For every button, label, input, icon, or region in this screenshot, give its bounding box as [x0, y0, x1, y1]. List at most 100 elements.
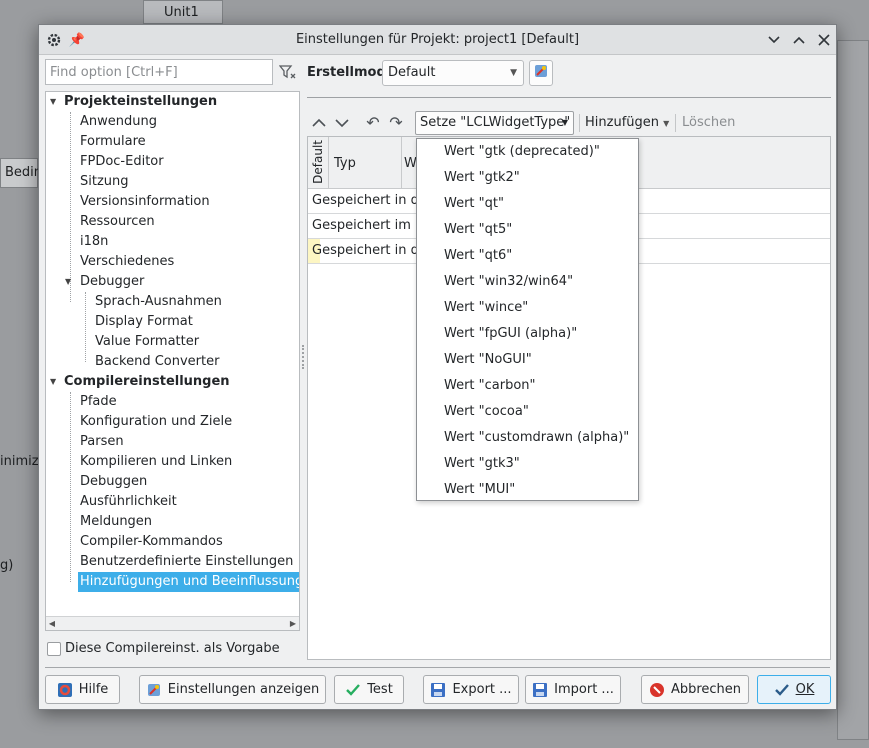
tree-item-benutzerdefiniert[interactable]: Benutzerdefinierte Einstellungen	[80, 552, 293, 572]
tree-item-display-format[interactable]: Display Format	[95, 312, 193, 332]
options-tree[interactable]: ▼ ▼ ▼ Projekteinstellungen Anwendung For…	[45, 91, 300, 631]
tree-item-backend-converter[interactable]: Backend Converter	[95, 352, 219, 372]
menu-item-cocoa[interactable]: Wert "cocoa"	[417, 399, 638, 425]
tree-item-value-formatter[interactable]: Value Formatter	[95, 332, 199, 352]
menu-item-qt5[interactable]: Wert "qt5"	[417, 217, 638, 243]
buildmode-select[interactable]: Default ▼	[382, 60, 524, 86]
collapse-toggle-icon[interactable]: ▼	[50, 92, 56, 112]
tree-item-i18n[interactable]: i18n	[80, 232, 108, 252]
scroll-right-icon[interactable]: ▶	[287, 617, 299, 630]
tree-item-hinzufuegungen[interactable]: Hinzufügungen und Beeinflussungen	[78, 572, 299, 592]
menu-item-customdrawn[interactable]: Wert "customdrawn (alpha)"	[417, 425, 638, 451]
menu-item-gtk3[interactable]: Wert "gtk3"	[417, 451, 638, 477]
header-type[interactable]: Typ	[334, 156, 356, 171]
help-button-label: Hilfe	[78, 682, 109, 697]
collapse-toggle-icon[interactable]: ▼	[65, 272, 71, 292]
set-lclwidgettype-button[interactable]: Setze "LCLWidgetType" ▼	[415, 111, 574, 135]
delete-button[interactable]: Löschen	[682, 111, 735, 135]
maximize-chevron-up-icon[interactable]	[789, 30, 809, 50]
menu-item-gtk2[interactable]: Wert "gtk2"	[417, 165, 638, 191]
move-down-chevron-icon[interactable]	[332, 112, 352, 134]
tree-item-projekteinstellungen[interactable]: Projekteinstellungen	[64, 92, 217, 112]
window-title: Einstellungen für Projekt: project1 [Def…	[295, 32, 580, 47]
find-option-input[interactable]	[45, 59, 273, 85]
tree-item-sprach-ausnahmen[interactable]: Sprach-Ausnahmen	[95, 292, 222, 312]
tree-item-ausfuehrlichkeit[interactable]: Ausführlichkeit	[80, 492, 177, 512]
menu-item-mui[interactable]: Wert "MUI"	[417, 477, 638, 503]
default-options-checkbox[interactable]	[47, 642, 61, 656]
export-button-label: Export ...	[452, 682, 512, 697]
save-floppy-icon	[430, 682, 446, 698]
gear-wrench-icon	[533, 63, 549, 83]
tree-item-formulare[interactable]: Formulare	[80, 132, 146, 152]
tree-item-debuggen[interactable]: Debuggen	[80, 472, 147, 492]
set-lclwidgettype-label: Setze "LCLWidgetType"	[420, 115, 571, 130]
tree-item-debugger[interactable]: Debugger	[80, 272, 144, 292]
tree-item-ressourcen[interactable]: Ressourcen	[80, 212, 155, 232]
buildmode-edit-button[interactable]	[529, 60, 553, 86]
header-divider	[328, 137, 329, 189]
clear-filter-icon[interactable]	[277, 60, 299, 84]
menu-item-fpgui[interactable]: Wert "fpGUI (alpha)"	[417, 321, 638, 347]
checkmark-icon	[345, 682, 361, 698]
add-button-label: Hinzufügen	[585, 115, 659, 130]
redo-icon[interactable]: ↷	[386, 112, 406, 134]
tree-item-fpdoc-editor[interactable]: FPDoc-Editor	[80, 152, 164, 172]
title-bar: 📌 Einstellungen für Projekt: project1 [D…	[39, 25, 836, 55]
menu-item-qt6[interactable]: Wert "qt6"	[417, 243, 638, 269]
tree-item-meldungen[interactable]: Meldungen	[80, 512, 152, 532]
menu-item-nogui[interactable]: Wert "NoGUI"	[417, 347, 638, 373]
save-floppy-icon	[532, 682, 548, 698]
chevron-down-icon: ▼	[561, 118, 568, 127]
move-up-chevron-icon[interactable]	[309, 112, 329, 134]
collapse-toggle-icon[interactable]: ▼	[50, 372, 56, 392]
undo-icon[interactable]: ↶	[363, 112, 383, 134]
buildmodes-label: Erstellmodi	[307, 65, 391, 80]
toolbar-divider	[675, 114, 676, 132]
tree-item-verschiedenes[interactable]: Verschiedenes	[80, 252, 174, 272]
tree-item-konfiguration[interactable]: Konfiguration und Ziele	[80, 412, 232, 432]
tree-item-versionsinformation[interactable]: Versionsinformation	[80, 192, 210, 212]
ok-button[interactable]: OK	[757, 675, 831, 704]
import-button[interactable]: Import ...	[525, 675, 621, 704]
minimize-chevron-down-icon[interactable]	[764, 30, 784, 50]
add-button[interactable]: Hinzufügen ▼	[585, 111, 669, 135]
close-icon[interactable]	[814, 30, 834, 50]
show-options-label: Einstellungen anzeigen	[167, 682, 320, 697]
tree-horizontal-scrollbar[interactable]: ◀ ▶	[46, 616, 299, 630]
buildmode-select-value: Default	[388, 65, 436, 80]
header-default[interactable]: Default	[311, 140, 325, 184]
chevron-down-icon: ▼	[663, 119, 670, 128]
menu-item-qt[interactable]: Wert "qt"	[417, 191, 638, 217]
background-fragment: g)	[0, 558, 14, 573]
checkmark-icon	[774, 682, 790, 698]
tree-item-compiler-kommandos[interactable]: Compiler-Kommandos	[80, 532, 223, 552]
splitter-handle[interactable]	[302, 345, 305, 369]
show-options-button[interactable]: Einstellungen anzeigen	[139, 675, 326, 704]
background-panel-right	[837, 40, 869, 740]
export-button[interactable]: Export ...	[423, 675, 519, 704]
cancel-stop-icon	[649, 682, 665, 698]
import-button-label: Import ...	[554, 682, 614, 697]
tree-item-pfade[interactable]: Pfade	[80, 392, 117, 412]
menu-item-win32-win64[interactable]: Wert "win32/win64"	[417, 269, 638, 295]
top-separator	[307, 97, 831, 98]
cancel-button[interactable]: Abbrechen	[641, 675, 749, 704]
help-button[interactable]: Hilfe	[45, 675, 120, 704]
menu-item-carbon[interactable]: Wert "carbon"	[417, 373, 638, 399]
tree-item-kompilieren[interactable]: Kompilieren und Linken	[80, 452, 232, 472]
scroll-left-icon[interactable]: ◀	[46, 617, 58, 630]
tree-item-parsen[interactable]: Parsen	[80, 432, 124, 452]
test-button[interactable]: Test	[334, 675, 404, 704]
tree-item-compilereinstellungen[interactable]: Compilereinstellungen	[64, 372, 230, 392]
tree-item-anwendung[interactable]: Anwendung	[80, 112, 157, 132]
menu-item-gtk-deprecated[interactable]: Wert "gtk (deprecated)"	[417, 139, 638, 165]
tree-connector	[85, 292, 86, 362]
menu-item-wince[interactable]: Wert "wince"	[417, 295, 638, 321]
background-fragment: inimiz	[0, 454, 39, 469]
tree-item-sitzung[interactable]: Sitzung	[80, 172, 129, 192]
gear-wrench-icon	[146, 682, 162, 698]
header-value[interactable]: W	[404, 156, 417, 171]
cancel-button-label: Abbrechen	[670, 682, 742, 697]
background-fragment: Bedin	[5, 165, 43, 180]
